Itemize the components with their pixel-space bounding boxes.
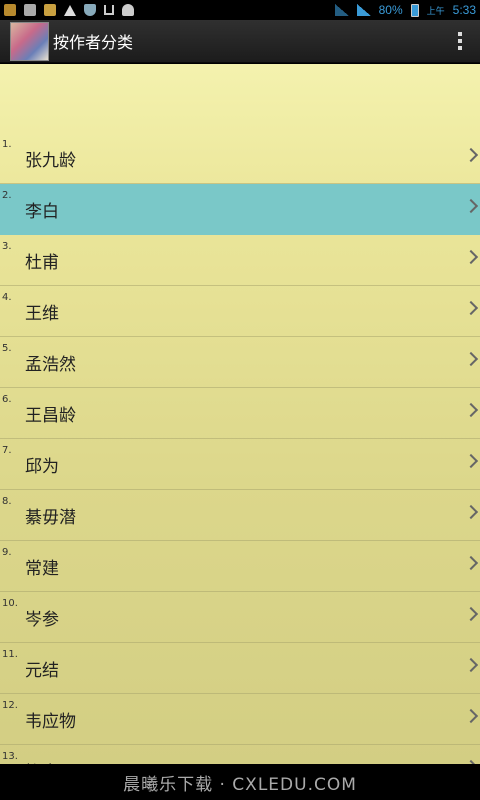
list-item-number: 4. (2, 292, 12, 303)
usb-icon (104, 5, 114, 15)
navigation-bar: 晨曦乐下载 · CXLEDU.COM (0, 764, 480, 800)
chevron-right-icon (463, 402, 479, 418)
list-item-number: 5. (2, 343, 12, 354)
list-item-number: 13. (2, 751, 18, 762)
chevron-right-icon (463, 657, 479, 673)
chevron-right-icon (463, 606, 479, 622)
list-item[interactable]: 12. 韦应物 (0, 694, 480, 745)
watermark: 晨曦乐下载 · CXLEDU.COM (123, 774, 357, 795)
chevron-right-icon (463, 453, 479, 469)
list-item-number: 1. (2, 139, 12, 150)
author-list: 1. 张九龄 2. 李白 3. 杜甫 4. 王维 5. 孟浩然 6. 王昌龄 7. 邱为 8. 綦毋潜 9. 常建… (0, 133, 480, 764)
list-item-number: 9. (2, 547, 12, 558)
chevron-right-icon (463, 708, 479, 724)
list-item[interactable]: 10. 岑参 (0, 592, 480, 643)
battery-percent: 80% (378, 3, 403, 17)
signal-icon (334, 4, 349, 16)
list-item[interactable]: 6. 王昌龄 (0, 388, 480, 439)
chevron-right-icon (463, 300, 479, 316)
list-item-label: 杜甫 (25, 253, 59, 273)
chevron-right-icon (463, 249, 479, 265)
page-title: 按作者分类 (53, 33, 134, 52)
cell-signal-icon (356, 4, 371, 16)
list-item-number: 11. (2, 649, 18, 660)
shield-icon (84, 4, 96, 16)
list-item-label: 孟浩然 (25, 355, 76, 375)
list-item-label: 李白 (25, 202, 59, 222)
notification-app-icon (4, 4, 16, 16)
list-item-number: 8. (2, 496, 12, 507)
android-debug-icon (122, 4, 134, 16)
notification-message-icon (44, 4, 56, 16)
chevron-right-icon (463, 555, 479, 571)
list-item-label: 綦毋潜 (25, 508, 76, 528)
action-bar: 按作者分类 (0, 20, 480, 63)
clock: 5:33 (452, 3, 476, 17)
list-item-label: 岑参 (25, 610, 59, 630)
content-area: 1. 张九龄 2. 李白 3. 杜甫 4. 王维 5. 孟浩然 6. 王昌龄 7. 邱为 8. 綦毋潜 9. 常建… (0, 64, 480, 764)
list-item[interactable]: 13.柳宗元 (0, 745, 480, 764)
list-item[interactable]: 9. 常建 (0, 541, 480, 592)
dot-icon (458, 32, 462, 36)
chevron-right-icon (463, 351, 479, 367)
list-item[interactable]: 11. 元结 (0, 643, 480, 694)
list-item-number: 10. (2, 598, 18, 609)
list-item[interactable]: 3. 杜甫 (0, 235, 480, 286)
list-item-label: 张九龄 (25, 151, 76, 171)
dot-icon (458, 39, 462, 43)
overflow-menu-button[interactable] (440, 20, 480, 63)
list-item[interactable]: 1. 张九龄 (0, 133, 480, 184)
list-item[interactable]: 4. 王维 (0, 286, 480, 337)
chevron-right-icon (463, 147, 479, 163)
time-ampm: 上午 (426, 6, 445, 17)
battery-icon (410, 3, 419, 17)
list-item-label: 王维 (25, 304, 59, 324)
app-logo-icon[interactable] (10, 21, 49, 61)
list-item-label: 邱为 (25, 457, 59, 477)
list-item[interactable]: 8. 綦毋潜 (0, 490, 480, 541)
list-item-number: 12. (2, 700, 18, 711)
list-item[interactable]: 7. 邱为 (0, 439, 480, 490)
list-item[interactable]: 2. 李白 (0, 184, 480, 235)
chevron-right-icon (463, 198, 479, 214)
list-item-label: 王昌龄 (25, 406, 76, 426)
warning-icon (64, 4, 76, 16)
list-item-number: 7. (2, 445, 12, 456)
list-item-number: 6. (2, 394, 12, 405)
list-item-label: 常建 (25, 559, 59, 579)
list-item-number: 2. (2, 190, 12, 201)
status-notifications (4, 4, 134, 16)
notification-tool-icon (24, 4, 36, 16)
status-system: 80% 上午 5:33 (334, 3, 476, 17)
list-item-number: 3. (2, 241, 12, 252)
chevron-right-icon (463, 504, 479, 520)
list-item[interactable]: 5. 孟浩然 (0, 337, 480, 388)
status-bar: 80% 上午 5:33 (0, 0, 480, 20)
list-item-label: 元结 (25, 661, 59, 681)
list-item-label: 韦应物 (25, 712, 76, 732)
dot-icon (458, 46, 462, 50)
